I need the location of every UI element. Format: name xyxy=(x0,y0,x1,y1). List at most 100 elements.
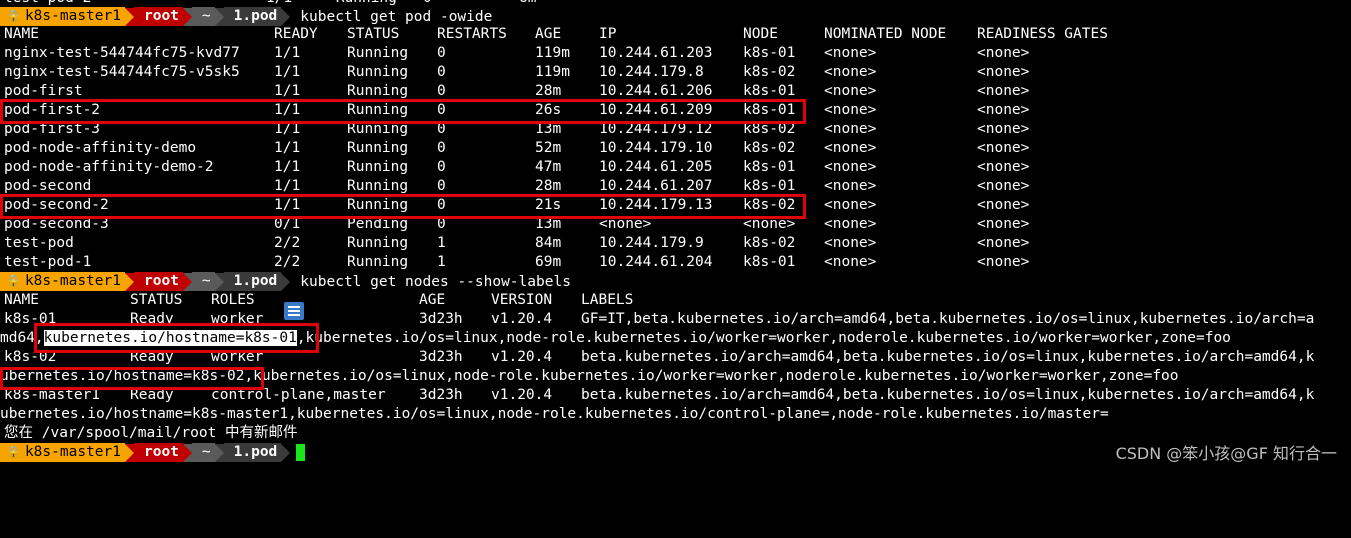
pod-name: nginx-test-544744fc75-v5sk5 xyxy=(4,64,240,80)
prompt-separator-arrow xyxy=(182,272,192,291)
prompt-separator-arrow xyxy=(124,7,134,26)
prompt-user-segment: root xyxy=(133,443,183,462)
column-header: AGE xyxy=(419,292,446,308)
lock-icon: 🔒 xyxy=(6,445,21,459)
prompt-user-segment: root xyxy=(133,7,183,26)
pod-name: test-pod xyxy=(4,235,74,251)
labels-continued: ,kubernetes.io/os=linux,node-role.kubern… xyxy=(296,330,1231,346)
pod-restarts: 0 xyxy=(437,159,446,175)
pod-ready: 1/1 xyxy=(274,140,301,156)
pod-readiness-gates: <none> xyxy=(977,254,1030,270)
pod-nominated-node: <none> xyxy=(824,216,877,232)
lock-icon: 🔒 xyxy=(6,9,21,23)
prompt-separator-arrow xyxy=(182,7,192,26)
command-text: kubectl get nodes --show-labels xyxy=(300,273,571,290)
pod-readiness-gates: <none> xyxy=(977,235,1030,251)
pod-ip: 10.244.61.204 xyxy=(599,254,713,270)
prompt-separator-arrow xyxy=(281,272,291,291)
prompt-home-segment: ~ xyxy=(191,443,215,462)
pod-readiness-gates: <none> xyxy=(977,102,1030,118)
pod-ip: 10.244.179.9 xyxy=(599,235,704,251)
prompt-dir-segment: 1.pod xyxy=(223,7,282,26)
pod-status: Running xyxy=(347,235,409,251)
node-labels: GF=IT,beta.kubernetes.io/arch=amd64,beta… xyxy=(581,311,1315,327)
highlight-box-pod-first-2 xyxy=(0,99,806,124)
shell-prompt[interactable]: 🔒 k8s-master1 root ~ 1.pod xyxy=(0,443,306,462)
pod-nominated-node: <none> xyxy=(824,254,877,270)
column-header: IP xyxy=(599,26,617,42)
pod-readiness-gates: <none> xyxy=(977,64,1030,80)
node-labels: beta.kubernetes.io/arch=amd64,beta.kuber… xyxy=(581,387,1315,403)
pod-restarts: 1 xyxy=(437,254,446,270)
pod-restarts: 0 xyxy=(437,64,446,80)
highlight-box-pod-second-2 xyxy=(0,194,806,219)
prompt-host-segment: 🔒 k8s-master1 xyxy=(0,7,125,26)
labels-continued: ubernetes.io/hostname=k8s-master1,kubern… xyxy=(0,406,1109,422)
prompt-user-segment: root xyxy=(133,272,183,291)
pod-ip: 10.244.179.10 xyxy=(599,140,713,156)
pod-ip: 10.244.61.205 xyxy=(599,159,713,175)
column-header: STATUS xyxy=(347,26,400,42)
pod-restarts: 0 xyxy=(437,140,446,156)
pod-status: Running xyxy=(347,159,409,175)
shell-prompt: 🔒 k8s-master1 root ~ 1.pod kubectl get no… xyxy=(0,272,571,291)
prompt-separator-arrow xyxy=(214,7,224,26)
pod-name: nginx-test-544744fc75-kvd77 xyxy=(4,45,240,61)
prompt-separator-arrow xyxy=(281,443,291,462)
lock-icon: 🔒 xyxy=(6,274,21,288)
pod-age: 52m xyxy=(535,140,562,156)
column-header: NAME xyxy=(4,26,39,42)
pod-node: k8s-02 xyxy=(743,64,796,80)
terminal-window[interactable]: test-pod-2 1/1 Running 0 6m 🔒k8s-master1… xyxy=(0,0,1351,474)
column-header: LABELS xyxy=(581,292,634,308)
pod-readiness-gates: <none> xyxy=(977,45,1030,61)
pod-ip: 10.244.61.203 xyxy=(599,45,713,61)
pod-node: k8s-01 xyxy=(743,45,796,61)
pod-ready: 2/2 xyxy=(274,235,301,251)
node-labels: beta.kubernetes.io/arch=amd64,beta.kuber… xyxy=(581,349,1315,365)
pod-node: k8s-01 xyxy=(743,254,796,270)
node-version: v1.20.4 xyxy=(491,311,553,327)
pod-node: k8s-02 xyxy=(743,140,796,156)
prompt-home-segment: ~ xyxy=(191,7,215,26)
pod-status: Running xyxy=(347,64,409,80)
pod-nominated-node: <none> xyxy=(824,159,877,175)
pod-node: k8s-02 xyxy=(743,235,796,251)
pod-age: 69m xyxy=(535,254,562,270)
pod-readiness-gates: <none> xyxy=(977,197,1030,213)
pod-readiness-gates: <none> xyxy=(977,140,1030,156)
pod-name: pod-node-affinity-demo-2 xyxy=(4,159,214,175)
pod-readiness-gates: <none> xyxy=(977,83,1030,99)
prompt-dir-segment: 1.pod xyxy=(223,443,282,462)
prompt-separator-arrow xyxy=(214,443,224,462)
pod-nominated-node: <none> xyxy=(824,197,877,213)
pod-age: 119m xyxy=(535,64,570,80)
pod-name: pod-node-affinity-demo xyxy=(4,140,197,156)
pod-nominated-node: <none> xyxy=(824,83,877,99)
column-header: READY xyxy=(274,26,318,42)
pod-ready: 1/1 xyxy=(274,159,301,175)
text-cursor[interactable] xyxy=(296,444,306,461)
node-age: 3d23h xyxy=(419,311,463,327)
watermark: CSDN @笨小孩@GF 知行合一 xyxy=(1115,444,1337,463)
prompt-host-segment: 🔒 k8s-master1 xyxy=(0,443,125,462)
pod-nominated-node: <none> xyxy=(824,140,877,156)
column-header: READINESS GATES xyxy=(977,26,1108,42)
pod-nominated-node: <none> xyxy=(824,178,877,194)
pod-nominated-node: <none> xyxy=(824,121,877,137)
highlight-box-hostname-k8s-01 xyxy=(34,323,319,353)
table-row-wrap: ubernetes.io/hostname=k8s-master1,kubern… xyxy=(0,405,1109,424)
prompt-separator-arrow xyxy=(182,443,192,462)
prompt-separator-arrow xyxy=(214,272,224,291)
pod-nominated-node: <none> xyxy=(824,235,877,251)
node-version: v1.20.4 xyxy=(491,349,553,365)
pod-ready: 2/2 xyxy=(274,254,301,270)
labels-continued: ,kubernetes.io/os=linux,node-role.kubern… xyxy=(244,368,1179,384)
column-header: STATUS xyxy=(130,292,183,308)
command-text: kubectl get pod -owide xyxy=(300,8,493,25)
pod-ready: 1/1 xyxy=(274,64,301,80)
node-age: 3d23h xyxy=(419,349,463,365)
prompt-separator-arrow xyxy=(281,7,291,26)
prompt-dir-segment: 1.pod xyxy=(223,272,282,291)
pod-restarts: 0 xyxy=(437,45,446,61)
